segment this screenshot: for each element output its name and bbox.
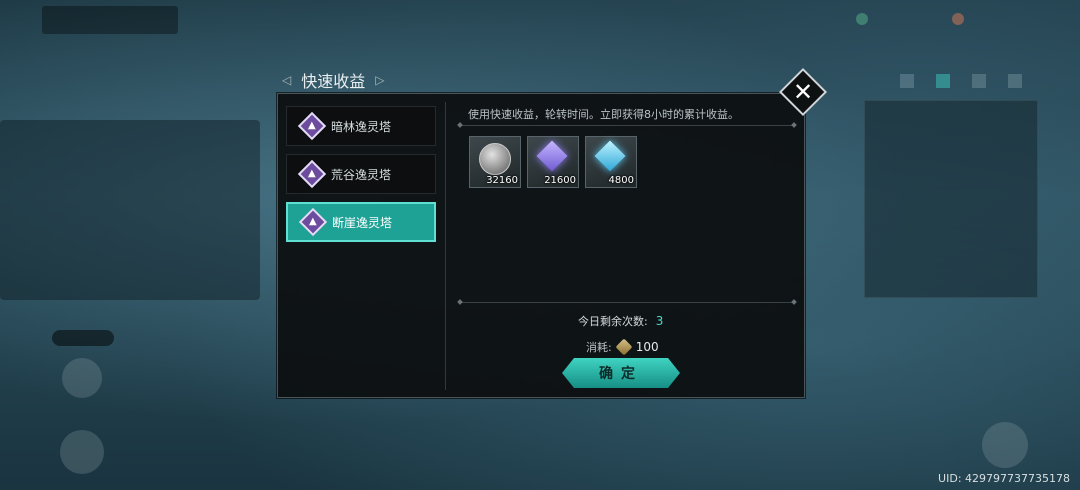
tower-icon: ▲ (297, 111, 327, 141)
remaining-uses: 今日剩余次数: 3 (578, 313, 663, 329)
remaining-label: 今日剩余次数: (578, 315, 648, 328)
reward-count: 4800 (608, 175, 634, 186)
tower-item[interactable]: ▲ 荒谷逸灵塔 (286, 154, 436, 194)
dialog-title-row: ◁ 快速收益 ▷ (282, 68, 384, 92)
tower-item[interactable]: ▲ 暗林逸灵塔 (286, 106, 436, 146)
silver-coin-icon (479, 143, 511, 175)
reward-item[interactable]: 4800 (585, 136, 637, 188)
footer-divider (460, 302, 794, 303)
tower-icon: ▲ (298, 207, 328, 237)
reward-item[interactable]: 21600 (527, 136, 579, 188)
tower-label: 暗林逸灵塔 (331, 119, 392, 134)
reward-list: 32160 21600 4800 (469, 136, 637, 188)
reward-count: 32160 (486, 175, 518, 186)
top-back-bar (42, 6, 178, 34)
cost-row: 消耗: 100 (586, 338, 659, 356)
cost-label: 消耗: (586, 341, 612, 354)
panel-divider (445, 102, 446, 390)
quick-income-dialog: ▲ 暗林逸灵塔 ▲ 荒谷逸灵塔 ▲ 断崖逸灵塔 使用快速收益，轮转时间。立即获得… (277, 93, 805, 398)
background-side-label (52, 330, 114, 346)
description-divider (460, 125, 794, 126)
background-shape (0, 120, 260, 300)
tower-list: ▲ 暗林逸灵塔 ▲ 荒谷逸灵塔 ▲ 断崖逸灵塔 (286, 106, 436, 250)
title-left-ornament-icon: ◁ (282, 73, 292, 87)
tower-item-selected[interactable]: ▲ 断崖逸灵塔 (286, 202, 436, 242)
user-id: UID: 429797737735178 (938, 472, 1070, 485)
dialog-title: 快速收益 (301, 72, 366, 91)
blue-crystal-icon (594, 140, 626, 172)
title-right-ornament-icon: ▷ (375, 73, 385, 87)
background-side-icon (982, 422, 1028, 468)
background-side-icon (60, 430, 104, 474)
confirm-button[interactable]: 确定 (562, 358, 680, 388)
background-side-icon (62, 358, 102, 398)
resource-indicator-2 (944, 10, 972, 28)
tower-icon: ▲ (297, 159, 327, 189)
confirm-button-label: 确定 (599, 366, 643, 382)
background-tabs (900, 74, 1022, 88)
tower-label: 断崖逸灵塔 (332, 215, 393, 230)
purple-crystal-icon (536, 140, 568, 172)
background-info-panel (864, 100, 1038, 298)
tower-label: 荒谷逸灵塔 (331, 167, 392, 182)
income-description: 使用快速收益，轮转时间。立即获得8小时的累计收益。 (468, 108, 739, 121)
reward-item[interactable]: 32160 (469, 136, 521, 188)
cost-currency-icon (615, 338, 633, 356)
close-button[interactable]: ✕ (778, 67, 828, 117)
cost-value: 100 (635, 340, 659, 354)
remaining-count: 3 (655, 314, 664, 328)
close-icon: ✕ (792, 78, 814, 106)
resource-indicator-1 (848, 10, 876, 28)
reward-count: 21600 (544, 175, 576, 186)
